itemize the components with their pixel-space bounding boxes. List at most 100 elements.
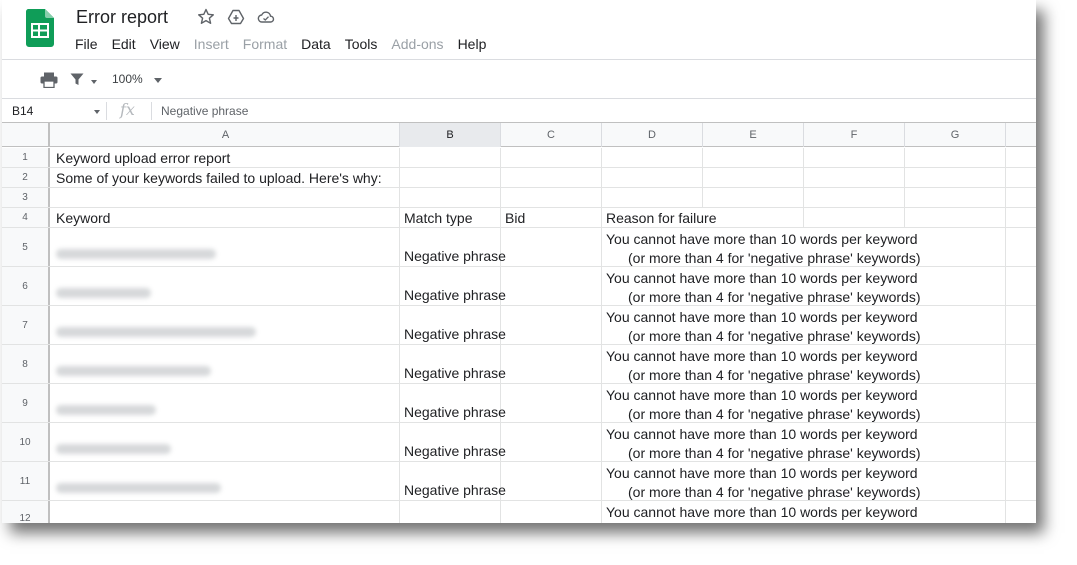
cell-keyword[interactable] xyxy=(52,228,400,266)
menu-help[interactable]: Help xyxy=(458,36,487,54)
row-header[interactable]: 12 xyxy=(2,501,50,523)
name-box[interactable]: B14 xyxy=(12,104,33,118)
row-header[interactable]: 3 xyxy=(2,188,50,207)
cell-a3[interactable] xyxy=(52,188,400,207)
formula-input[interactable]: Negative phrase xyxy=(161,104,248,118)
cell-f4[interactable] xyxy=(804,208,905,227)
document-title[interactable]: Error report xyxy=(76,7,168,28)
cell-bid[interactable] xyxy=(501,345,602,383)
menu-view[interactable]: View xyxy=(150,36,180,54)
cell-keyword[interactable] xyxy=(52,384,400,422)
row-header[interactable]: 9 xyxy=(2,384,50,422)
cell-e4[interactable] xyxy=(703,208,804,227)
zoom-select[interactable]: 100% xyxy=(112,72,143,86)
filter-icon[interactable] xyxy=(70,73,84,86)
cell-keyword[interactable] xyxy=(52,267,400,305)
cell-d1[interactable] xyxy=(602,148,703,167)
cell-a2[interactable]: Some of your keywords failed to upload. … xyxy=(52,168,400,187)
cell-e2[interactable] xyxy=(703,168,804,187)
cell-keyword[interactable] xyxy=(52,501,400,523)
cell-a1[interactable]: Keyword upload error report xyxy=(52,148,400,167)
cell-b2[interactable] xyxy=(400,168,501,187)
cell-bid[interactable] xyxy=(501,228,602,266)
cell-bid[interactable] xyxy=(501,423,602,461)
cell-c1[interactable] xyxy=(501,148,602,167)
cell-b3[interactable] xyxy=(400,188,501,207)
cell-reason[interactable]: You cannot have more than 10 words per k… xyxy=(602,501,1006,523)
cell-match-type[interactable]: Negative phrase xyxy=(400,345,506,383)
menu-data[interactable]: Data xyxy=(301,36,331,54)
cell-e3[interactable] xyxy=(703,188,804,207)
select-all-corner[interactable] xyxy=(2,123,50,147)
cell-match-type[interactable]: Negative phrase xyxy=(400,423,506,461)
column-header-f[interactable]: F xyxy=(804,123,905,147)
menu-tools[interactable]: Tools xyxy=(345,36,378,54)
cell-b1[interactable] xyxy=(400,148,501,167)
cell-reason[interactable]: You cannot have more than 10 words per k… xyxy=(602,228,1006,266)
cell-g3[interactable] xyxy=(905,188,1006,207)
cell-bid[interactable] xyxy=(501,384,602,422)
cell-keyword[interactable] xyxy=(52,345,400,383)
cell-match-type[interactable]: Negative phrase xyxy=(400,462,506,500)
cell-f2[interactable] xyxy=(804,168,905,187)
column-header-h[interactable] xyxy=(1006,123,1036,147)
menu-add-ons[interactable]: Add-ons xyxy=(391,36,443,54)
column-header-d[interactable]: D xyxy=(602,123,703,147)
cell-keyword[interactable] xyxy=(52,306,400,344)
row-header[interactable]: 10 xyxy=(2,423,50,461)
print-icon[interactable] xyxy=(40,72,58,88)
cell-d2[interactable] xyxy=(602,168,703,187)
cell-a4[interactable]: Keyword xyxy=(52,208,400,227)
cell-g1[interactable] xyxy=(905,148,1006,167)
cell-f1[interactable] xyxy=(804,148,905,167)
cell-e1[interactable] xyxy=(703,148,804,167)
row-header[interactable]: 1 xyxy=(2,148,50,167)
cell-bid[interactable] xyxy=(501,462,602,500)
column-header-e[interactable]: E xyxy=(703,123,804,147)
cell-c4[interactable]: Bid xyxy=(501,208,602,227)
cell-bid[interactable] xyxy=(501,267,602,305)
row-header[interactable]: 8 xyxy=(2,345,50,383)
cell-match-type[interactable]: Negative phrase xyxy=(400,384,506,422)
cell-b4[interactable]: Match type xyxy=(400,208,501,227)
cell-reason[interactable]: You cannot have more than 10 words per k… xyxy=(602,462,1006,500)
column-header-g[interactable]: G xyxy=(905,123,1006,147)
cell-d3[interactable] xyxy=(602,188,703,207)
cell-match-type[interactable]: Negative phrase xyxy=(400,267,506,305)
move-to-drive-icon[interactable] xyxy=(227,8,245,26)
filter-dropdown-arrow-icon[interactable] xyxy=(91,80,97,84)
menu-format[interactable]: Format xyxy=(243,36,287,54)
row-header[interactable]: 6 xyxy=(2,267,50,305)
cloud-status-icon[interactable] xyxy=(257,8,275,26)
cell-g2[interactable] xyxy=(905,168,1006,187)
cell-reason[interactable]: You cannot have more than 10 words per k… xyxy=(602,306,1006,344)
row-header[interactable]: 5 xyxy=(2,228,50,266)
cell-c2[interactable] xyxy=(501,168,602,187)
menu-edit[interactable]: Edit xyxy=(112,36,136,54)
cell-bid[interactable] xyxy=(501,306,602,344)
cell-keyword[interactable] xyxy=(52,462,400,500)
column-header-b[interactable]: B xyxy=(400,123,501,147)
cell-g4[interactable] xyxy=(905,208,1006,227)
row-header[interactable]: 7 xyxy=(2,306,50,344)
row-header[interactable]: 4 xyxy=(2,208,50,227)
cell-match-type[interactable]: Negative phrase xyxy=(400,306,506,344)
column-header-c[interactable]: C xyxy=(501,123,602,147)
cell-d4[interactable]: Reason for failure xyxy=(602,208,717,227)
row-header[interactable]: 11 xyxy=(2,462,50,500)
sheets-logo-icon[interactable] xyxy=(26,9,54,47)
name-box-dropdown-icon[interactable] xyxy=(94,110,100,114)
menu-file[interactable]: File xyxy=(75,36,98,54)
cell-f3[interactable] xyxy=(804,188,905,207)
cell-reason[interactable]: You cannot have more than 10 words per k… xyxy=(602,267,1006,305)
column-header-a[interactable]: A xyxy=(52,123,400,147)
row-header[interactable]: 2 xyxy=(2,168,50,187)
cell-bid[interactable] xyxy=(501,501,602,523)
cell-c3[interactable] xyxy=(501,188,602,207)
cell-reason[interactable]: You cannot have more than 10 words per k… xyxy=(602,423,1006,461)
menu-insert[interactable]: Insert xyxy=(194,36,229,54)
cell-keyword[interactable] xyxy=(52,423,400,461)
cell-reason[interactable]: You cannot have more than 10 words per k… xyxy=(602,384,1006,422)
cell-match-type[interactable]: Negative phrase xyxy=(400,228,506,266)
star-icon[interactable] xyxy=(197,8,215,26)
